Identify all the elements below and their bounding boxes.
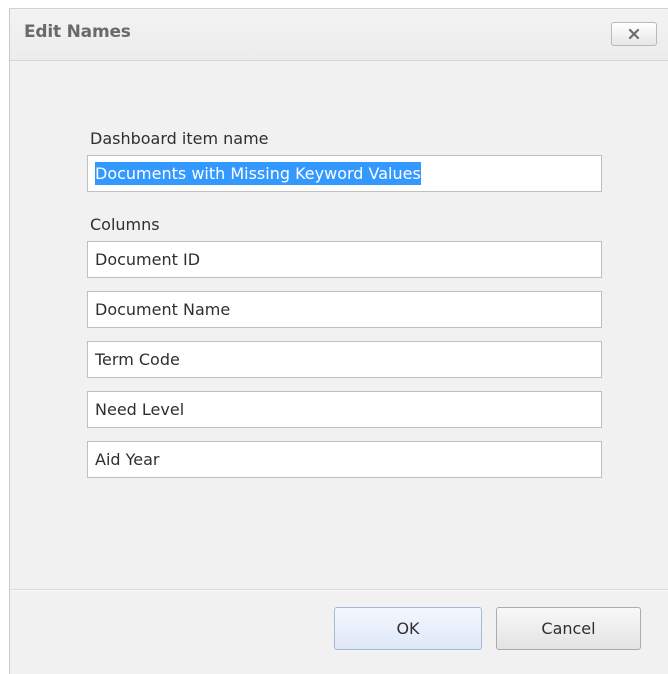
dialog-frame: Edit Names Dashboard item name Documents… [9,8,668,674]
column-name-input[interactable]: Document Name [87,291,602,328]
column-name-input[interactable]: Document ID [87,241,602,278]
close-button[interactable] [611,22,657,46]
column-name-input[interactable]: Need Level [87,391,602,428]
edit-names-dialog: Edit Names Dashboard item name Documents… [0,0,668,674]
selected-text: Documents with Missing Keyword Values [95,162,421,185]
dialog-body: Dashboard item name Documents with Missi… [10,61,668,581]
ok-button[interactable]: OK [334,607,482,650]
footer-divider-highlight [10,590,668,591]
column-name-input[interactable]: Aid Year [87,441,602,478]
dialog-title: Edit Names [24,22,131,42]
background-edge [0,0,9,674]
dashboard-item-name-label: Dashboard item name [90,129,269,148]
cancel-button[interactable]: Cancel [496,607,641,650]
columns-label: Columns [90,215,160,234]
column-name-input[interactable]: Term Code [87,341,602,378]
title-bar: Edit Names [10,9,668,61]
close-icon [628,28,640,40]
dashboard-item-name-input[interactable]: Documents with Missing Keyword Values [87,155,602,192]
